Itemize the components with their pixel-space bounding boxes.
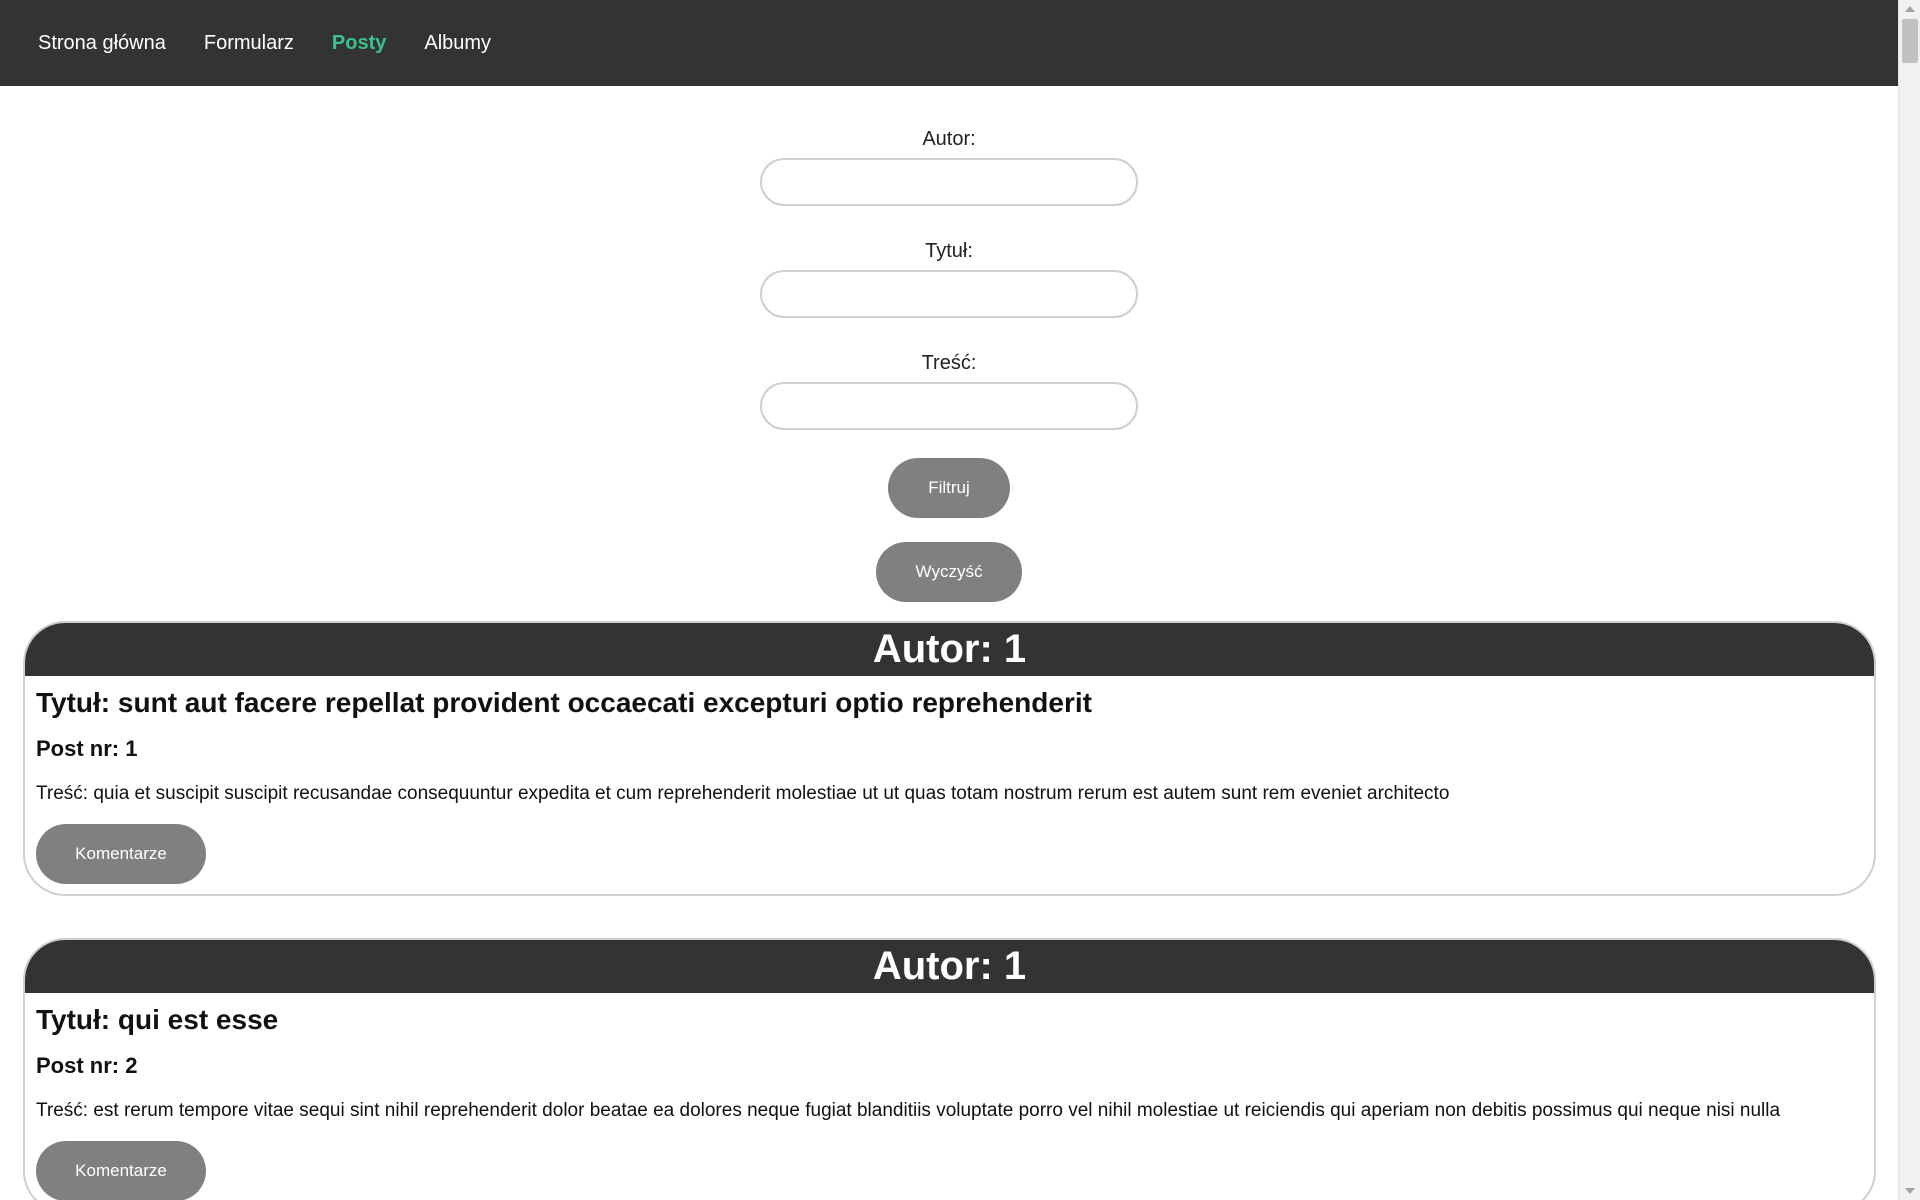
- nav-link-home[interactable]: Strona główna: [38, 32, 166, 55]
- filter-form: Autor: Tytuł: Treść: Filtruj Wyczyść: [0, 86, 1898, 602]
- post-title: Tytuł: qui est esse: [36, 1004, 279, 1035]
- post-body: Tytuł: qui est esse Post nr: 2 Treść: es…: [25, 993, 1874, 1200]
- post-content: Treść: quia et suscipit suscipit recusan…: [36, 783, 1450, 804]
- title-label: Tytuł:: [925, 240, 973, 262]
- post-number: Post nr: 1: [36, 736, 138, 761]
- post-card: Autor: 1 Tytuł: qui est esse Post nr: 2 …: [23, 938, 1876, 1200]
- title-input[interactable]: [760, 270, 1138, 318]
- top-navbar: Strona główna Formularz Posty Albumy: [0, 0, 1898, 86]
- vertical-scrollbar[interactable]: [1898, 0, 1920, 1200]
- author-input[interactable]: [760, 158, 1138, 206]
- post-number: Post nr: 2: [36, 1053, 138, 1078]
- post-author-header: Autor: 1: [25, 623, 1874, 676]
- scroll-up-arrow-icon[interactable]: [1899, 0, 1920, 18]
- scrollbar-thumb[interactable]: [1902, 19, 1918, 63]
- comments-button[interactable]: Komentarze: [36, 1141, 206, 1200]
- post-body: Tytuł: sunt aut facere repellat providen…: [25, 676, 1874, 894]
- nav-link-posts[interactable]: Posty: [332, 32, 386, 55]
- content-input[interactable]: [760, 382, 1138, 430]
- page: Strona główna Formularz Posty Albumy Aut…: [0, 0, 1898, 1200]
- content-label: Treść:: [921, 352, 977, 374]
- author-label: Autor:: [922, 128, 976, 150]
- filter-button[interactable]: Filtruj: [888, 458, 1010, 518]
- nav-link-albums[interactable]: Albumy: [424, 32, 491, 55]
- post-author-header: Autor: 1: [25, 940, 1874, 993]
- nav-link-form[interactable]: Formularz: [204, 32, 294, 55]
- post-content: Treść: est rerum tempore vitae sequi sin…: [36, 1100, 1781, 1121]
- post-title: Tytuł: sunt aut facere repellat providen…: [36, 687, 1092, 718]
- post-card: Autor: 1 Tytuł: sunt aut facere repellat…: [23, 621, 1876, 896]
- comments-button[interactable]: Komentarze: [36, 824, 206, 884]
- scroll-down-arrow-icon[interactable]: [1899, 1182, 1920, 1200]
- posts-list: Autor: 1 Tytuł: sunt aut facere repellat…: [23, 621, 1876, 1200]
- clear-button[interactable]: Wyczyść: [876, 542, 1022, 602]
